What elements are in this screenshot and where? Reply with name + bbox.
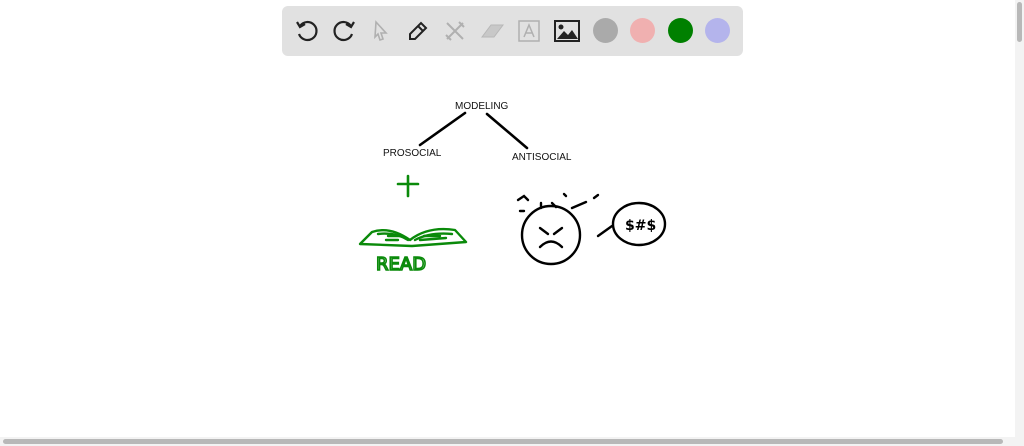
- open-book-icon: [358, 227, 468, 248]
- branch-line-left: [418, 111, 467, 147]
- branch-line-right: [485, 112, 529, 150]
- vertical-scrollbar[interactable]: [1015, 0, 1024, 446]
- drawing-canvas[interactable]: READ $#$: [0, 0, 1015, 437]
- vertical-scroll-thumb[interactable]: [1017, 2, 1022, 42]
- book-caption: READ: [376, 254, 426, 275]
- speech-text: $#$: [625, 218, 656, 234]
- horizontal-scroll-thumb[interactable]: [3, 439, 1003, 444]
- angry-face-icon: [516, 192, 600, 266]
- horizontal-scrollbar[interactable]: [0, 437, 1015, 446]
- plus-icon: [396, 174, 420, 198]
